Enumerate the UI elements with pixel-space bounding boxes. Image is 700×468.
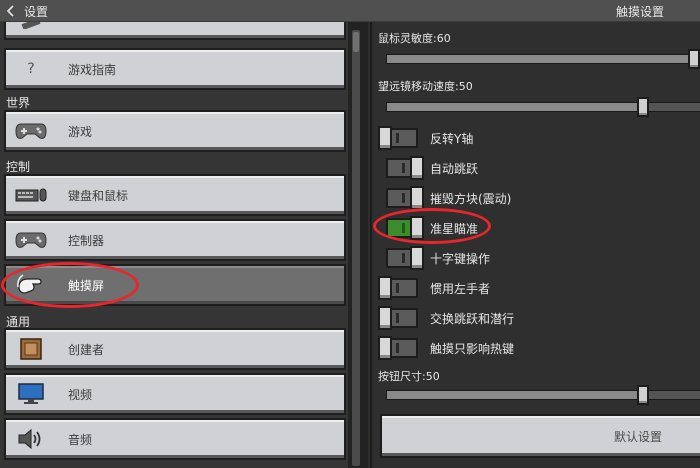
gamepad-icon xyxy=(14,117,48,145)
keyboard-mouse-icon xyxy=(14,181,48,209)
back-button[interactable]: 设置 xyxy=(6,2,48,20)
gamepad-icon xyxy=(14,226,48,254)
monitor-icon xyxy=(14,380,48,408)
reset-defaults-button[interactable]: 默认设置 xyxy=(380,414,700,458)
toggle-knob xyxy=(410,246,424,270)
toggle-label: 准星瞄准 xyxy=(430,222,479,236)
toggle-invert-y[interactable] xyxy=(378,126,418,150)
toggle-auto-jump[interactable] xyxy=(386,156,424,180)
toggle-label: 十字键操作 xyxy=(430,252,491,266)
sidebar-item-keyboard-mouse[interactable]: 键盘和鼠标 xyxy=(4,174,346,216)
sidebar-item-label: 控制器 xyxy=(68,233,105,248)
toggle-label: 反转Y轴 xyxy=(430,132,474,146)
toggle-dpad[interactable] xyxy=(386,246,424,270)
toggle-knob xyxy=(378,306,392,330)
slider-thumb[interactable] xyxy=(637,385,649,405)
sidebar-item-label: 游戏指南 xyxy=(68,62,117,77)
toggle-knob xyxy=(378,336,392,360)
toggle-knob xyxy=(378,276,392,300)
sidebar-scrollbar-thumb[interactable] xyxy=(352,30,360,466)
sidebar-item-label: 音频 xyxy=(68,432,93,447)
sidebar-scrollbar-grip xyxy=(353,32,359,52)
slider-fill xyxy=(387,391,642,399)
chevron-left-icon xyxy=(6,5,14,17)
slider-fill xyxy=(387,103,642,111)
page-title: 触摸设置 xyxy=(615,5,664,19)
button-size-slider[interactable] xyxy=(386,385,700,405)
button-size-label: 按钮尺寸:50 xyxy=(378,370,440,383)
toggle-destroy-block-vibration[interactable] xyxy=(386,186,424,210)
slider-thumb[interactable] xyxy=(688,49,700,69)
sidebar-item-touch[interactable]: 触摸屏 xyxy=(4,264,346,306)
sidebar-item-video[interactable]: 视频 xyxy=(4,373,346,415)
title-bar: 设置 触摸设置 xyxy=(0,0,700,22)
slider-fill xyxy=(387,55,699,63)
question-mark-icon: ? xyxy=(27,61,35,77)
toggle-knob xyxy=(410,216,424,240)
mouse-sensitivity-label: 鼠标灵敏度:60 xyxy=(378,32,451,45)
back-label: 设置 xyxy=(24,4,49,19)
spyglass-speed-label: 望远镜移动速度:50 xyxy=(378,80,473,93)
sidebar-item-label: 游戏 xyxy=(68,124,93,139)
sidebar-item-game[interactable]: 游戏 xyxy=(4,110,346,152)
toggle-knob xyxy=(410,156,424,180)
sidebar-item-audio[interactable]: 音频 xyxy=(4,418,346,460)
toggle-label: 触摸只影响热键 xyxy=(430,342,515,356)
toggle-label: 摧毁方块(震动) xyxy=(430,192,512,206)
slider-thumb[interactable] xyxy=(637,97,649,117)
sidebar-item-how-to-play[interactable]: ? 游戏指南 xyxy=(4,48,346,90)
spyglass-speed-slider[interactable] xyxy=(386,97,700,117)
toggle-label: 惯用左手者 xyxy=(430,282,491,296)
sidebar-item-label: 视频 xyxy=(68,387,93,402)
sidebar-item-partial[interactable] xyxy=(4,22,346,40)
toggle-label: 自动跳跃 xyxy=(430,162,479,176)
toggle-knob xyxy=(410,186,424,210)
pencil-icon xyxy=(14,22,48,33)
toggle-label: 交换跳跃和潜行 xyxy=(430,312,515,326)
sidebar-item-creator[interactable]: 创建者 xyxy=(4,328,346,370)
sidebar-item-label: 触摸屏 xyxy=(68,278,105,293)
sidebar-item-controller[interactable]: 控制器 xyxy=(4,219,346,261)
mouse-sensitivity-slider[interactable] xyxy=(386,49,700,69)
toggle-crosshair-aim[interactable] xyxy=(386,216,424,240)
toggle-knob xyxy=(378,126,392,150)
toggle-left-handed[interactable] xyxy=(378,276,418,300)
category-world: 世界 xyxy=(6,96,31,110)
toggle-swap-jump-sneak[interactable] xyxy=(378,306,418,330)
category-controls: 控制 xyxy=(6,160,31,174)
toggle-touch-hotbar-only[interactable] xyxy=(378,336,418,360)
creator-block-icon xyxy=(14,335,48,363)
sidebar-item-label: 创建者 xyxy=(68,342,105,357)
settings-sidebar: ? 游戏指南 世界 游戏 控制 键盘和鼠标 控制器 触摸屏 通用 创建者 视频 … xyxy=(0,22,348,468)
reset-defaults-label: 默认设置 xyxy=(613,429,662,444)
sidebar-item-label: 键盘和鼠标 xyxy=(68,188,129,203)
touch-settings-panel: 鼠标灵敏度:60 望远镜移动速度:50 反转Y轴 自动跳跃 摧毁方块(震动) 准… xyxy=(370,22,700,468)
touch-hand-icon xyxy=(14,271,48,299)
speaker-icon xyxy=(14,425,48,453)
